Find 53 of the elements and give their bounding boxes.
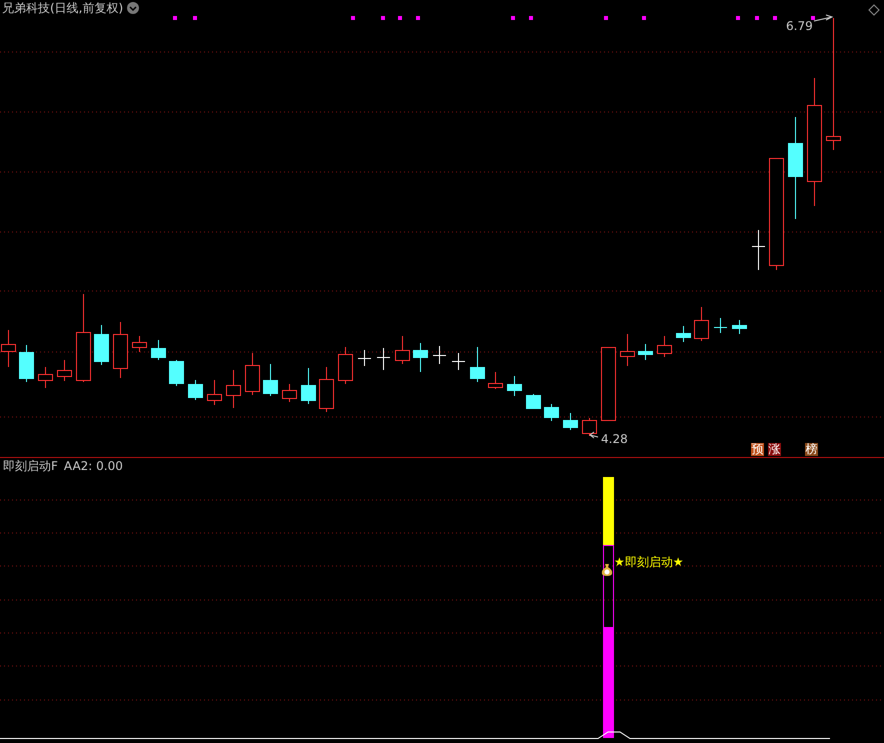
candlestick <box>207 380 222 406</box>
candlestick <box>38 366 53 388</box>
candlestick <box>245 352 260 396</box>
candlestick <box>563 412 578 430</box>
candlestick <box>470 346 485 382</box>
candlestick <box>113 322 128 378</box>
candlestick <box>638 344 653 360</box>
candlestick <box>413 342 428 372</box>
candlestick <box>188 380 203 400</box>
candlestick <box>226 370 241 408</box>
candlestick <box>526 394 541 410</box>
candlestick <box>169 360 184 386</box>
candlestick <box>376 348 390 370</box>
candlestick <box>57 360 72 382</box>
candlestick <box>752 230 766 270</box>
tag-badge: 涨 <box>768 443 781 456</box>
candlestick <box>507 376 522 396</box>
candlestick <box>151 340 166 360</box>
candlestick <box>338 346 353 384</box>
candlestick <box>488 372 503 390</box>
candlestick <box>582 418 597 436</box>
candlestick <box>132 336 147 352</box>
indicator-title: 即刻启动F <box>3 459 58 473</box>
high-price-label: 6.79 <box>786 19 813 33</box>
tag-badge: 榜 <box>805 443 818 456</box>
candlestick <box>301 368 316 404</box>
candlestick <box>676 326 691 342</box>
candlestick <box>714 318 728 334</box>
candlestick <box>544 404 559 422</box>
pointer-arrow <box>589 432 598 438</box>
pointer-arrow <box>814 14 834 22</box>
indicator-reading: AA2: 0.00 <box>64 459 123 473</box>
candlestick <box>263 364 278 396</box>
candlestick <box>657 336 672 358</box>
money-bag-icon <box>600 563 614 577</box>
stock-title: 兄弟科技(日线,前复权) <box>2 1 124 15</box>
candlestick <box>732 320 747 334</box>
candlestick <box>94 324 109 366</box>
candlestick <box>319 366 334 412</box>
low-price-label: 4.28 <box>601 432 628 446</box>
candlestick <box>694 306 709 342</box>
diamond-icon[interactable] <box>868 4 880 16</box>
candlestick <box>395 336 410 364</box>
candlestick <box>358 350 372 366</box>
signal-label: ★即刻启动★ <box>614 554 684 571</box>
candlestick <box>19 344 34 382</box>
candlestick <box>282 384 297 402</box>
candlestick <box>452 352 466 370</box>
candlestick <box>432 346 446 364</box>
dropdown-icon[interactable] <box>127 2 140 14</box>
indicator-bar <box>603 477 614 545</box>
tag-badge: 预 <box>751 443 764 456</box>
candlestick <box>620 334 635 366</box>
